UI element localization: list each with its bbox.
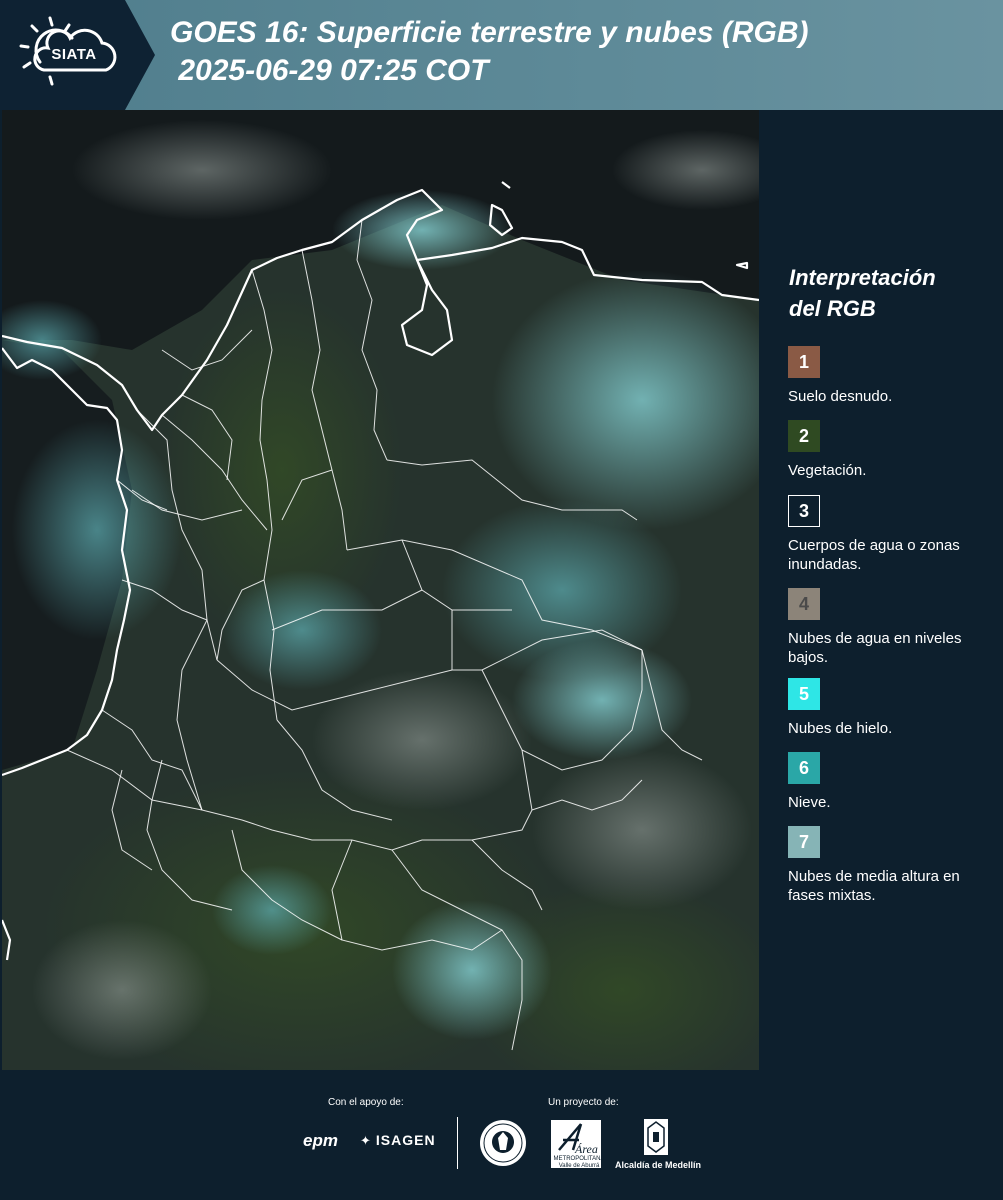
legend-label-3: Cuerpos de agua o zonas inundadas. [788,537,960,573]
epm-logo: epm [303,1131,338,1150]
legend-swatch-5: 5 [788,678,820,710]
legend-item-low-water-clouds: 4 Nubes de agua en niveles bajos. [788,588,993,667]
amva-caption: METROPOLITANA Valle de Aburrá [551,1156,607,1170]
legend-label-4: Nubes de agua en niveles bajos. [788,630,962,666]
page-title: GOES 16: Superficie terrestre y nubes (R… [170,14,990,90]
isagen-mark-icon: ✦ [360,1133,372,1148]
siata-logo-text: SIATA [51,46,97,63]
alcaldia-text: Alcaldía de Medellín [614,1160,702,1170]
isagen-text: ISAGEN [375,1132,436,1148]
legend-item-snow: 6 Nieve. [788,752,993,812]
legend-swatch-7: 7 [788,826,820,858]
legend-item-bare-soil: 1 Suelo desnudo. [788,346,993,406]
legend-item-water-bodies: 3 Cuerpos de agua o zonas inundadas. [788,495,993,574]
legend-title: Interpretación del RGB [789,262,989,324]
legend-label-7: Nubes de media altura en fases mixtas. [788,868,960,904]
legend-title-line2: del RGB [789,296,876,321]
satellite-map[interactable] [2,110,759,1070]
legend-label-2: Vegetación. [788,462,867,479]
legend-label-1: Suelo desnudo. [788,388,893,405]
logo-panel: SIATA [0,0,155,110]
legend-label-6: Nieve. [788,794,831,811]
amva-line1: METROPOLITANA [553,1156,605,1162]
medellin-seal-icon [480,1120,526,1166]
title-line-timestamp: 2025-06-29 07:25 COT [170,54,489,87]
support-label: Con el apoyo de: [328,1097,404,1108]
legend-item-mid-level-clouds: 7 Nubes de media altura en fases mixtas. [788,826,993,905]
alcaldia-shield-icon [644,1119,668,1155]
legend-swatch-2: 2 [788,420,820,452]
legend-item-vegetation: 2 Vegetación. [788,420,993,480]
legend-item-ice-clouds: 5 Nubes de hielo. [788,678,993,738]
legend-swatch-4: 4 [788,588,820,620]
legend-label-5: Nubes de hielo. [788,720,893,737]
legend-title-line1: Interpretación [789,265,936,290]
isagen-logo: ✦ ISAGEN [360,1132,436,1149]
legend-swatch-3: 3 [788,495,820,527]
legend-swatch-1: 1 [788,346,820,378]
project-label: Un proyecto de: [548,1097,619,1108]
title-line-product: GOES 16: Superficie terrestre y nubes (R… [170,16,809,49]
rgb-legend-panel: Interpretación del RGB 1 Suelo desnudo. … [776,110,998,1070]
legend-swatch-6: 6 [788,752,820,784]
footer-divider [457,1117,458,1169]
satellite-image [2,110,759,1070]
header-bar: SIATA GOES 16: Superficie terrestre y nu… [0,0,1003,110]
amva-line2: Valle de Aburrá [558,1163,600,1169]
footer-sponsors: Con el apoyo de: Un proyecto de: epm ✦ IS… [0,1070,1003,1200]
amva-logo-text: Área [574,1142,598,1156]
